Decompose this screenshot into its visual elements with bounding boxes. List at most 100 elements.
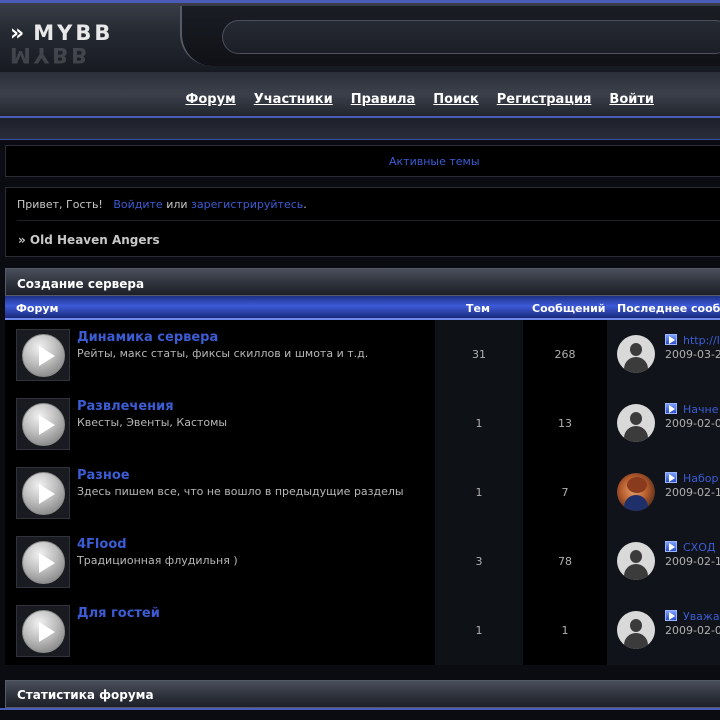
greeting-text: Привет, Гость!	[17, 198, 103, 211]
breadcrumb[interactable]: » Old Heaven Angers	[18, 233, 160, 247]
forum-status-icon	[16, 467, 70, 519]
col-forum: Форум	[16, 302, 59, 315]
user-avatar[interactable]	[617, 611, 655, 649]
go-to-post-icon	[665, 472, 677, 483]
last-post-cell: Начне 2009-02-0	[607, 389, 720, 458]
nav-members[interactable]: Участники	[254, 92, 333, 107]
stats-header[interactable]: Статистика форума	[5, 680, 720, 708]
last-post-link[interactable]: Уважа	[665, 610, 720, 623]
register-link[interactable]: зарегистрируйтесь	[191, 198, 303, 211]
col-last-post: Последнее сооб	[617, 302, 720, 315]
last-post-date: 2009-03-2	[665, 348, 720, 361]
posts-cell: 78	[523, 527, 607, 596]
forum-link[interactable]: 4Flood	[77, 537, 127, 552]
user-avatar[interactable]	[617, 542, 655, 580]
forum-cell: Для гостей	[5, 596, 435, 665]
posts-count: 78	[558, 555, 572, 568]
forum-row: 4Flood Традиционная флудильня ) 3 78 СХО…	[5, 527, 720, 596]
forum-category-table: Создание сервера Форум Тем Сообщений Пос…	[5, 268, 720, 665]
forum-cell: Разное Здесь пишем все, что не вошло в п…	[5, 458, 435, 527]
user-avatar[interactable]	[617, 473, 655, 511]
forum-row: Разное Здесь пишем все, что не вошло в п…	[5, 458, 720, 527]
category-header[interactable]: Создание сервера	[5, 268, 720, 296]
nav-subbar	[0, 118, 720, 140]
play-icon	[22, 610, 65, 653]
active-topics-link[interactable]: Активные темы	[389, 155, 480, 168]
site-header: » MYBB MYBB	[0, 0, 720, 72]
logo-text: MYBB	[33, 21, 114, 45]
last-post-date: 2009-02-1	[665, 555, 720, 568]
user-avatar[interactable]	[617, 335, 655, 373]
nav-forum[interactable]: Форум	[185, 92, 235, 107]
last-post-cell: Набор 2009-02-1	[607, 458, 720, 527]
last-post-cell: СХОД 2009-02-1	[607, 527, 720, 596]
forum-description: Традиционная флудильня )	[77, 554, 238, 567]
play-icon	[22, 472, 65, 515]
last-post-link[interactable]: СХОД	[665, 541, 715, 554]
forum-status-icon	[16, 605, 70, 657]
category-title: Создание сервера	[17, 277, 145, 291]
header-search-box[interactable]	[222, 20, 720, 54]
threads-cell: 1	[435, 458, 523, 527]
play-icon	[22, 334, 65, 377]
threads-cell: 1	[435, 596, 523, 665]
forum-cell: Развлечения Квесты, Эвенты, Кастомы	[5, 389, 435, 458]
forum-link[interactable]: Динамика сервера	[77, 330, 218, 345]
welcome-divider	[17, 220, 720, 221]
forum-cell: 4Flood Традиционная флудильня )	[5, 527, 435, 596]
threads-cell: 1	[435, 389, 523, 458]
posts-cell: 13	[523, 389, 607, 458]
go-to-post-icon	[665, 334, 677, 345]
last-post-date: 2009-02-0	[665, 417, 720, 430]
forum-status-icon	[16, 329, 70, 381]
last-post-date: 2009-02-1	[665, 486, 720, 499]
posts-count: 7	[561, 486, 569, 499]
last-post-date: 2009-02-0	[665, 624, 720, 637]
col-threads: Тем	[466, 302, 490, 315]
posts-cell: 268	[523, 320, 607, 389]
threads-count: 31	[472, 348, 486, 361]
main-nav: Форум Участники Правила Поиск Регистраци…	[185, 92, 654, 107]
threads-count: 1	[475, 417, 483, 430]
forum-link[interactable]: Развлечения	[77, 399, 174, 414]
threads-cell: 3	[435, 527, 523, 596]
posts-cell: 7	[523, 458, 607, 527]
threads-count: 3	[475, 555, 483, 568]
forum-row: Для гостей 1 1 Уважа 2009-02-0	[5, 596, 720, 665]
go-to-post-icon	[665, 403, 677, 414]
welcome-line: Привет, Гость! Войдите или зарегистрируй…	[17, 198, 307, 211]
last-post-link[interactable]: http://l	[665, 334, 720, 347]
threads-cell: 31	[435, 320, 523, 389]
forum-description: Здесь пишем все, что не вошло в предыдущ…	[77, 485, 404, 498]
go-to-post-icon	[665, 610, 677, 621]
threads-count: 1	[475, 486, 483, 499]
column-header-row: Форум Тем Сообщений Последнее сооб	[5, 296, 720, 320]
active-topics-panel: Активные темы	[5, 145, 720, 177]
forum-status-icon	[16, 536, 70, 588]
forum-row: Развлечения Квесты, Эвенты, Кастомы 1 13…	[5, 389, 720, 458]
last-post-link[interactable]: Начне	[665, 403, 718, 416]
forum-link[interactable]: Для гостей	[77, 606, 160, 621]
forum-link[interactable]: Разное	[77, 468, 130, 483]
play-icon	[22, 403, 65, 446]
forum-description: Рейты, макс статы, фиксы скиллов и шмота…	[77, 347, 369, 360]
nav-register[interactable]: Регистрация	[497, 92, 592, 107]
last-post-link[interactable]: Набор	[665, 472, 719, 485]
nav-search[interactable]: Поиск	[433, 92, 478, 107]
main-navbar: Форум Участники Правила Поиск Регистраци…	[0, 72, 720, 118]
forum-status-icon	[16, 398, 70, 450]
last-post-cell: http://l 2009-03-2	[607, 320, 720, 389]
logo-reflection: MYBB	[10, 43, 91, 67]
login-link[interactable]: Войдите	[113, 198, 162, 211]
forum-row: Динамика сервера Рейты, макс статы, фикс…	[5, 320, 720, 389]
posts-count: 1	[561, 624, 569, 637]
nav-login[interactable]: Войти	[609, 92, 654, 107]
posts-count: 13	[558, 417, 572, 430]
or-text: или	[166, 198, 188, 211]
user-avatar[interactable]	[617, 404, 655, 442]
posts-count: 268	[554, 348, 576, 361]
col-posts: Сообщений	[532, 302, 606, 315]
nav-rules[interactable]: Правила	[351, 92, 416, 107]
play-icon	[22, 541, 65, 584]
forum-description: Квесты, Эвенты, Кастомы	[77, 416, 228, 429]
